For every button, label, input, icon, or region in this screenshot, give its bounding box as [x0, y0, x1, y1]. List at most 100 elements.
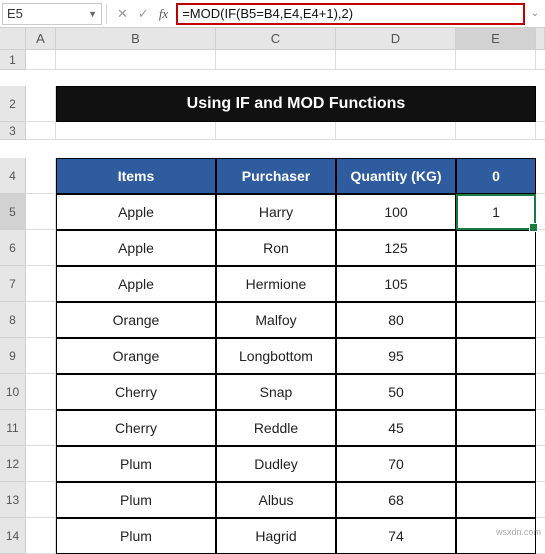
cell-F13[interactable]: [536, 482, 545, 518]
cell-E9[interactable]: [456, 338, 536, 374]
cell-B13[interactable]: Plum: [56, 482, 216, 518]
cell-E3[interactable]: [456, 122, 536, 140]
cell-A9[interactable]: [26, 338, 56, 374]
select-all-corner[interactable]: [0, 28, 26, 49]
cell-B9[interactable]: Orange: [56, 338, 216, 374]
row-header-6[interactable]: 6: [0, 230, 26, 266]
confirm-icon[interactable]: ✓: [138, 6, 149, 22]
th-purchaser[interactable]: Purchaser: [216, 158, 336, 194]
cell-B5[interactable]: Apple: [56, 194, 216, 230]
cell-A11[interactable]: [26, 410, 56, 446]
th-items[interactable]: Items: [56, 158, 216, 194]
cell-A4[interactable]: [26, 158, 56, 194]
cell-B6[interactable]: Apple: [56, 230, 216, 266]
row-header-2[interactable]: 2: [0, 86, 26, 122]
col-header-A[interactable]: A: [26, 28, 56, 49]
cell-D14[interactable]: 74: [336, 518, 456, 554]
cell-B7[interactable]: Apple: [56, 266, 216, 302]
row-header-5[interactable]: 5: [0, 194, 26, 230]
row-header-7[interactable]: 7: [0, 266, 26, 302]
name-box-dropdown-icon[interactable]: ▼: [88, 9, 97, 19]
cell-D7[interactable]: 105: [336, 266, 456, 302]
cell-A8[interactable]: [26, 302, 56, 338]
cancel-icon[interactable]: ✕: [117, 6, 128, 22]
formula-input[interactable]: =MOD(IF(B5=B4,E4,E4+1),2): [176, 3, 525, 25]
cell-D10[interactable]: 50: [336, 374, 456, 410]
cell-C3[interactable]: [216, 122, 336, 140]
cell-D11[interactable]: 45: [336, 410, 456, 446]
cell-F7[interactable]: [536, 266, 545, 302]
cell-F2[interactable]: [536, 86, 545, 122]
name-box[interactable]: E5 ▼: [2, 3, 102, 25]
cell-F8[interactable]: [536, 302, 545, 338]
cell-D5[interactable]: 100: [336, 194, 456, 230]
cell-A2[interactable]: [26, 86, 56, 122]
cell-A12[interactable]: [26, 446, 56, 482]
cell-F6[interactable]: [536, 230, 545, 266]
cell-C5[interactable]: Harry: [216, 194, 336, 230]
row-header-12[interactable]: 12: [0, 446, 26, 482]
cell-A1[interactable]: [26, 50, 56, 70]
col-header-C[interactable]: C: [216, 28, 336, 49]
cell-D6[interactable]: 125: [336, 230, 456, 266]
cell-C7[interactable]: Hermione: [216, 266, 336, 302]
cell-E7[interactable]: [456, 266, 536, 302]
cell-C9[interactable]: Longbottom: [216, 338, 336, 374]
cell-A7[interactable]: [26, 266, 56, 302]
cell-B12[interactable]: Plum: [56, 446, 216, 482]
cell-C10[interactable]: Snap: [216, 374, 336, 410]
cell-F1[interactable]: [536, 50, 545, 70]
cell-B1[interactable]: [56, 50, 216, 70]
cell-C1[interactable]: [216, 50, 336, 70]
cell-B3[interactable]: [56, 122, 216, 140]
cell-F12[interactable]: [536, 446, 545, 482]
cell-B14[interactable]: Plum: [56, 518, 216, 554]
cell-F3[interactable]: [536, 122, 545, 140]
cell-B11[interactable]: Cherry: [56, 410, 216, 446]
row-header-13[interactable]: 13: [0, 482, 26, 518]
cell-D3[interactable]: [336, 122, 456, 140]
col-header-D[interactable]: D: [336, 28, 456, 49]
cell-B10[interactable]: Cherry: [56, 374, 216, 410]
row-header-1[interactable]: 1: [0, 50, 26, 70]
cell-A14[interactable]: [26, 518, 56, 554]
row-header-10[interactable]: 10: [0, 374, 26, 410]
cell-C11[interactable]: Reddle: [216, 410, 336, 446]
cell-B8[interactable]: Orange: [56, 302, 216, 338]
cell-A10[interactable]: [26, 374, 56, 410]
row-header-3[interactable]: 3: [0, 122, 26, 140]
cell-F9[interactable]: [536, 338, 545, 374]
formula-expand-icon[interactable]: ⌄: [527, 8, 543, 19]
cell-C8[interactable]: Malfoy: [216, 302, 336, 338]
row-header-11[interactable]: 11: [0, 410, 26, 446]
row-header-4[interactable]: 4: [0, 158, 26, 194]
title-cell[interactable]: Using IF and MOD Functions: [56, 86, 536, 122]
cell-D12[interactable]: 70: [336, 446, 456, 482]
cell-E1[interactable]: [456, 50, 536, 70]
cell-F10[interactable]: [536, 374, 545, 410]
cell-F11[interactable]: [536, 410, 545, 446]
cell-E13[interactable]: [456, 482, 536, 518]
cell-E10[interactable]: [456, 374, 536, 410]
cell-D1[interactable]: [336, 50, 456, 70]
cell-C13[interactable]: Albus: [216, 482, 336, 518]
cell-D13[interactable]: 68: [336, 482, 456, 518]
row-header-9[interactable]: 9: [0, 338, 26, 374]
cell-D9[interactable]: 95: [336, 338, 456, 374]
cell-C6[interactable]: Ron: [216, 230, 336, 266]
cell-C12[interactable]: Dudley: [216, 446, 336, 482]
col-header-B[interactable]: B: [56, 28, 216, 49]
cell-A3[interactable]: [26, 122, 56, 140]
cell-A13[interactable]: [26, 482, 56, 518]
cell-E8[interactable]: [456, 302, 536, 338]
cell-A6[interactable]: [26, 230, 56, 266]
cell-E6[interactable]: [456, 230, 536, 266]
cell-A5[interactable]: [26, 194, 56, 230]
th-quantity[interactable]: Quantity (KG): [336, 158, 456, 194]
cell-C14[interactable]: Hagrid: [216, 518, 336, 554]
cell-E11[interactable]: [456, 410, 536, 446]
col-header-E[interactable]: E: [456, 28, 536, 49]
fx-icon[interactable]: fx: [159, 6, 168, 22]
th-extra[interactable]: 0: [456, 158, 536, 194]
cell-E12[interactable]: [456, 446, 536, 482]
